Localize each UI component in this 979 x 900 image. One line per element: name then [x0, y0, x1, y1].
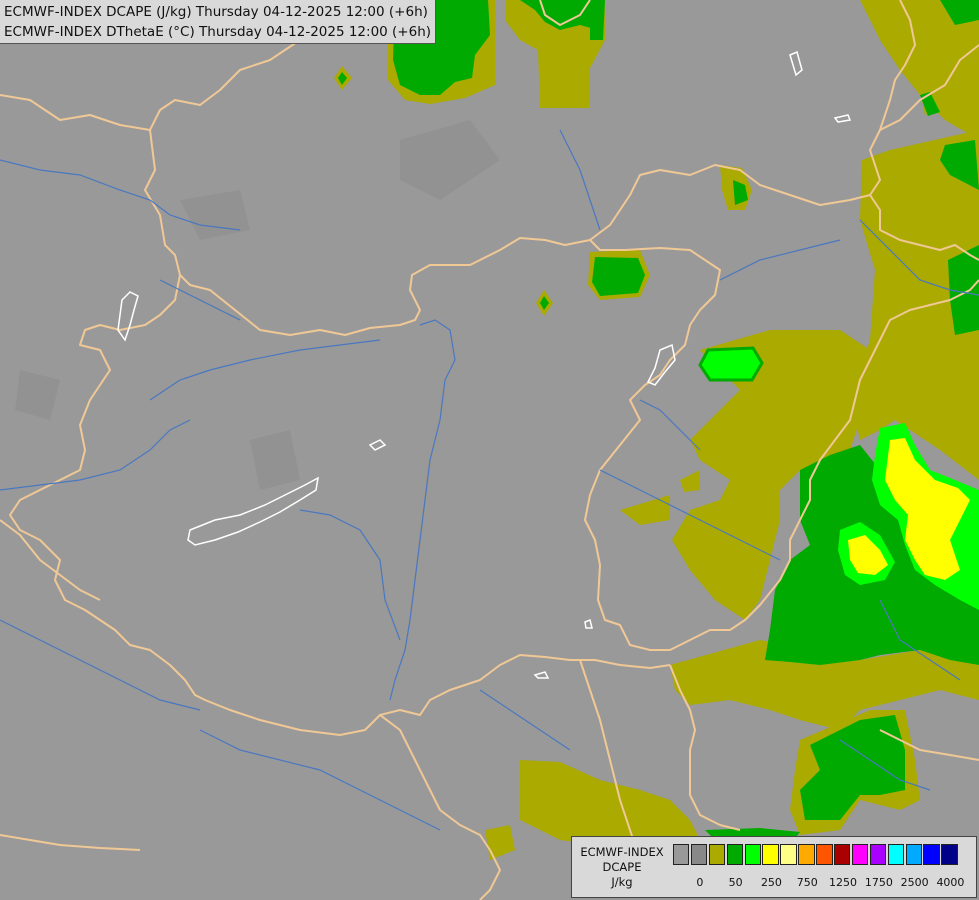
- legend-swatch: [798, 844, 815, 865]
- legend-tick-label: 750: [796, 876, 818, 889]
- title-line-dcape: ECMWF-INDEX DCAPE (J/kg) Thursday 04-12-…: [4, 4, 428, 20]
- legend-swatch: [780, 844, 797, 865]
- legend-variable-label: DCAPE: [602, 860, 642, 874]
- legend-swatch: [726, 844, 744, 865]
- legend-swatch: [905, 844, 922, 865]
- legend-model-label: ECMWF-INDEX: [580, 845, 664, 859]
- legend-swatch: [834, 844, 851, 865]
- legend-tick-label: 1750: [864, 876, 893, 889]
- legend-swatch: [869, 844, 887, 865]
- legend-title: ECMWF-INDEX DCAPE J/kg: [574, 845, 670, 890]
- legend-swatch: [690, 844, 708, 865]
- legend-swatch: [673, 844, 690, 865]
- legend-swatch: [708, 844, 726, 865]
- legend-tick-label: 250: [760, 876, 782, 889]
- legend-unit-label: J/kg: [611, 875, 633, 889]
- title-line-dthetae: ECMWF-INDEX DThetaE (°C) Thursday 04-12-…: [4, 24, 432, 40]
- legend-swatch: [887, 844, 905, 865]
- map-canvas: [0, 0, 979, 900]
- legend-tick-label: 4000: [936, 876, 965, 889]
- legend-tick-label: 50: [728, 876, 743, 889]
- legend-swatches: [673, 844, 959, 865]
- legend-swatch: [744, 844, 761, 865]
- legend-swatch: [762, 844, 779, 865]
- legend-swatch: [851, 844, 869, 865]
- map-title-box: ECMWF-INDEX DCAPE (J/kg) Thursday 04-12-…: [0, 0, 437, 44]
- legend-tick-label: 1250: [829, 876, 858, 889]
- legend-swatch: [941, 844, 958, 865]
- legend-tick-label: 2500: [900, 876, 929, 889]
- legend-tick-label: 0: [696, 876, 704, 889]
- legend-swatch: [816, 844, 833, 865]
- color-legend: ECMWF-INDEX DCAPE J/kg 0 50 250 750 1250 1750…: [571, 836, 977, 898]
- legend-swatch: [923, 844, 940, 865]
